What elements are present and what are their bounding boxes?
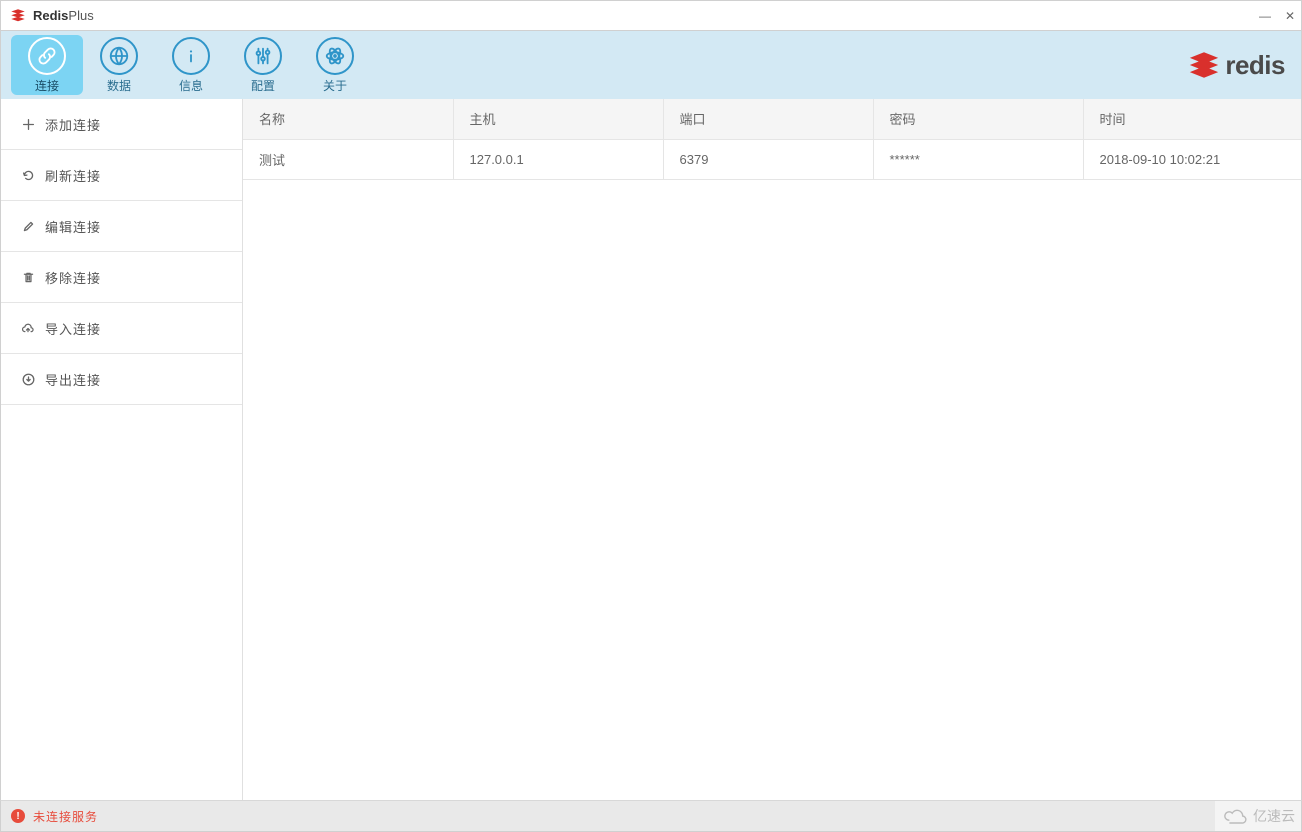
pencil-icon <box>21 219 35 233</box>
table-cell: 127.0.0.1 <box>453 139 663 179</box>
sidebar-item-cloud-up[interactable]: 导入连接 <box>1 303 242 354</box>
globe-icon <box>100 37 138 75</box>
sidebar: 添加连接刷新连接编辑连接移除连接导入连接导出连接 <box>1 99 243 800</box>
tab-label: 配置 <box>251 77 275 94</box>
tab-label: 连接 <box>35 77 59 94</box>
app-icon <box>9 7 27 25</box>
column-header[interactable]: 名称 <box>243 99 453 139</box>
table-cell: 测试 <box>243 139 453 179</box>
plus-icon <box>21 117 35 131</box>
column-header[interactable]: 端口 <box>663 99 873 139</box>
info-icon <box>172 37 210 75</box>
sidebar-item-refresh[interactable]: 刷新连接 <box>1 150 242 201</box>
statusbar: ! 未连接服务 亿速云 <box>0 800 1302 832</box>
table-cell: 2018-09-10 10:02:21 <box>1083 139 1301 179</box>
main-content: 名称主机端口密码时间 测试127.0.0.16379******2018-09-… <box>243 99 1301 800</box>
watermark: 亿速云 <box>1215 801 1301 831</box>
table-row[interactable]: 测试127.0.0.16379******2018-09-10 10:02:21 <box>243 139 1301 179</box>
cloud-icon <box>1221 807 1249 825</box>
sidebar-item-label: 移除连接 <box>45 268 101 287</box>
sidebar-item-trash[interactable]: 移除连接 <box>1 252 242 303</box>
redis-logo-icon <box>1187 48 1221 82</box>
sliders-icon <box>244 37 282 75</box>
tab-atom[interactable]: 关于 <box>299 35 371 95</box>
tab-globe[interactable]: 数据 <box>83 35 155 95</box>
app-title: RedisPlus <box>33 8 94 23</box>
sidebar-item-label: 导出连接 <box>45 370 101 389</box>
redis-logo-text: redis <box>1225 50 1285 81</box>
column-header[interactable]: 时间 <box>1083 99 1301 139</box>
column-header[interactable]: 密码 <box>873 99 1083 139</box>
close-button[interactable]: ✕ <box>1285 9 1295 23</box>
window-controls: — ✕ <box>1259 1 1295 30</box>
table-cell: ****** <box>873 139 1083 179</box>
redis-logo: redis <box>1187 48 1285 82</box>
sidebar-item-label: 导入连接 <box>45 319 101 338</box>
sidebar-item-label: 刷新连接 <box>45 166 101 185</box>
minimize-button[interactable]: — <box>1259 9 1271 23</box>
toolbar: 连接 数据 信息 配置 关于 redis <box>0 31 1302 99</box>
status-error-icon: ! <box>11 809 25 823</box>
status-message: 未连接服务 <box>33 808 98 825</box>
download-circle-icon <box>21 372 35 386</box>
tab-sliders[interactable]: 配置 <box>227 35 299 95</box>
cloud-up-icon <box>21 321 35 335</box>
connections-table: 名称主机端口密码时间 测试127.0.0.16379******2018-09-… <box>243 99 1301 180</box>
tab-label: 信息 <box>179 77 203 94</box>
titlebar: RedisPlus — ✕ <box>0 0 1302 31</box>
tab-info[interactable]: 信息 <box>155 35 227 95</box>
tab-label: 数据 <box>107 77 131 94</box>
link-icon <box>28 37 66 75</box>
sidebar-item-label: 编辑连接 <box>45 217 101 236</box>
trash-icon <box>21 270 35 284</box>
refresh-icon <box>21 168 35 182</box>
sidebar-item-download-circle[interactable]: 导出连接 <box>1 354 242 405</box>
table-cell: 6379 <box>663 139 873 179</box>
sidebar-item-label: 添加连接 <box>45 115 101 134</box>
column-header[interactable]: 主机 <box>453 99 663 139</box>
sidebar-item-plus[interactable]: 添加连接 <box>1 99 242 150</box>
tab-link[interactable]: 连接 <box>11 35 83 95</box>
table-header-row: 名称主机端口密码时间 <box>243 99 1301 139</box>
sidebar-item-pencil[interactable]: 编辑连接 <box>1 201 242 252</box>
tab-label: 关于 <box>323 77 347 94</box>
atom-icon <box>316 37 354 75</box>
